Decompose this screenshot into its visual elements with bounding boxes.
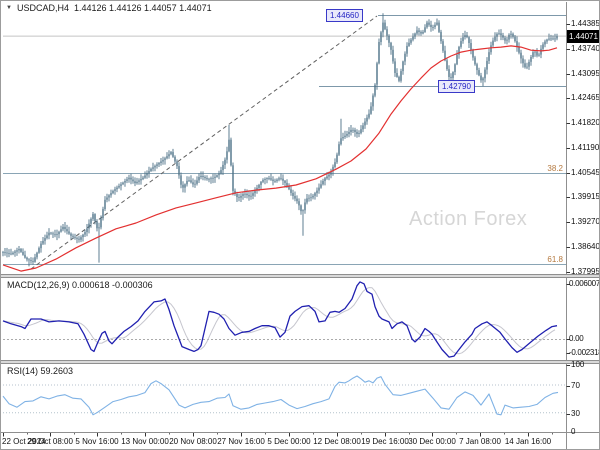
time-axis-scale[interactable] <box>1 433 599 449</box>
price-axis-scale[interactable] <box>567 3 599 432</box>
rsi-panel[interactable] <box>1 364 566 432</box>
price-chart-panel[interactable] <box>1 9 566 274</box>
chart-window: Action Forex ▼ USDCAD,H4 1.44126 1.44126… <box>0 0 600 450</box>
macd-panel[interactable] <box>1 278 566 360</box>
